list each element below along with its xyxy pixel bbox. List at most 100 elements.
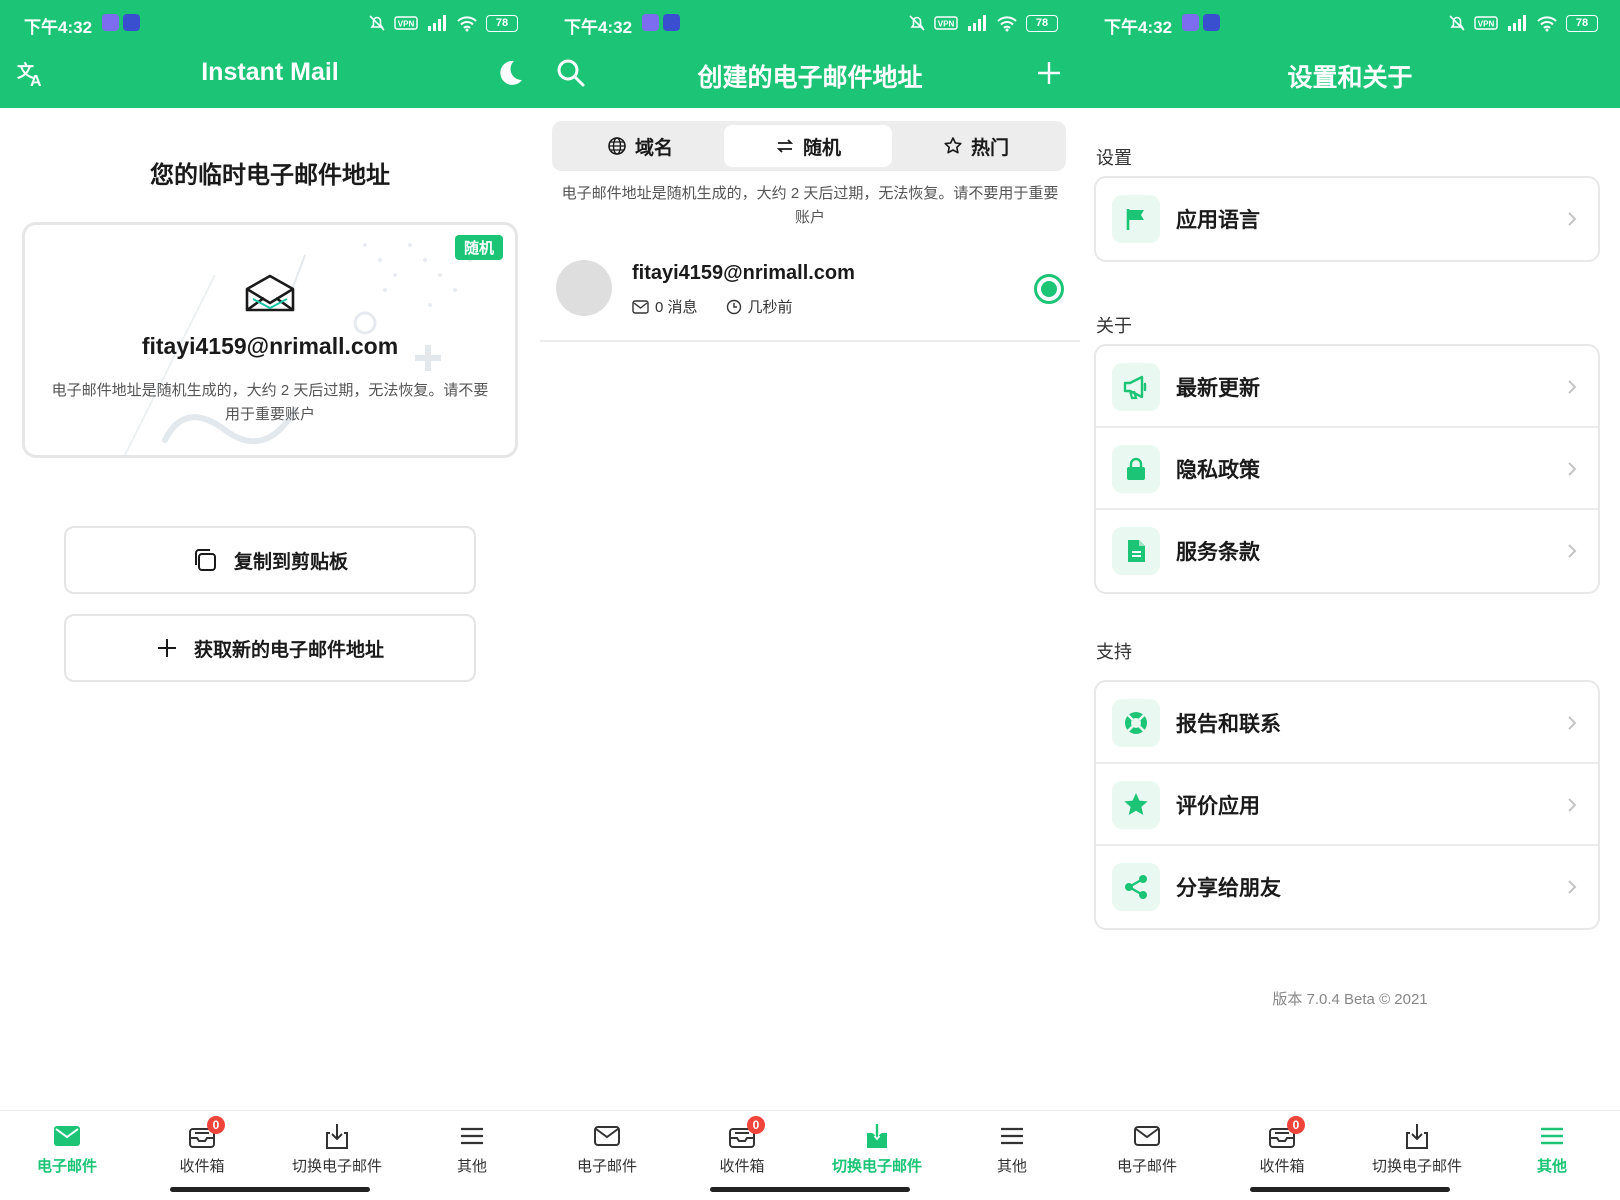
chevron-right-icon (1568, 380, 1577, 394)
settings-item-language[interactable]: 应用语言 (1096, 178, 1598, 260)
selected-radio[interactable] (1034, 274, 1064, 304)
message-count: 0 消息 (655, 299, 698, 316)
home-indicator (710, 1187, 910, 1192)
created-time: 几秒前 (747, 299, 793, 316)
inbox-badge: 0 (1287, 1116, 1305, 1134)
chevron-right-icon (1568, 544, 1577, 558)
mail-icon (594, 1126, 620, 1146)
status-right: VPN 78 (908, 14, 1058, 32)
svg-text:VPN: VPN (1478, 20, 1495, 29)
settings-item-updates[interactable]: 最新更新 (1096, 346, 1598, 428)
email-meta: 0 消息 几秒前 (632, 296, 793, 317)
new-email-button[interactable]: 获取新的电子邮件地址 (64, 614, 476, 682)
icon-tile (1112, 781, 1160, 829)
nav-item-switch-email[interactable]: 切换电子邮件 (272, 1121, 402, 1176)
nav-item-more[interactable]: 其他 (1487, 1121, 1617, 1176)
app-notification-icon (642, 14, 659, 31)
copy-button-label: 复制到剪贴板 (233, 551, 348, 573)
settings-item-privacy[interactable]: 隐私政策 (1096, 428, 1598, 510)
mail-icon (1134, 1126, 1160, 1146)
email-description: 电子邮件地址是随机生成的，大约 2 天后过期，无法恢复。请不要用于重要账户 (51, 382, 489, 423)
mute-bell-icon (369, 15, 385, 31)
chevron-right-icon (1568, 212, 1577, 226)
tab-label: 随机 (802, 137, 841, 159)
battery-icon: 78 (1026, 14, 1058, 32)
battery-level: 78 (495, 16, 509, 29)
app-notification-icon (1203, 14, 1220, 31)
settings-item-label: 报告和联系 (1176, 713, 1281, 736)
tab-random[interactable]: 随机 (724, 125, 892, 167)
icon-tile (1112, 863, 1160, 911)
nav-item-switch-email[interactable]: 切换电子邮件 (1352, 1121, 1482, 1176)
settings-item-label: 评价应用 (1176, 795, 1260, 818)
icon-tile (1112, 195, 1160, 243)
page-title: 设置和关于 (1287, 64, 1413, 92)
nav-item-email[interactable]: 电子邮件 (2, 1121, 132, 1176)
app-notification-icon (123, 14, 140, 31)
svg-text:VPN: VPN (398, 20, 415, 29)
title-row: 创建的电子邮件地址 (540, 46, 1080, 108)
envelope-open-icon (245, 274, 295, 312)
nav-item-more[interactable]: 其他 (947, 1121, 1077, 1176)
nav-item-inbox[interactable]: 0 收件箱 (137, 1116, 267, 1176)
tab-domain[interactable]: 域名 (556, 125, 724, 167)
email-address[interactable]: fitayi4159@nrimall.com (25, 333, 515, 360)
email-list-item[interactable]: fitayi4159@nrimall.com 0 消息 几秒前 (540, 244, 1080, 342)
lock-icon (1127, 457, 1145, 480)
nav-label: 切换电子邮件 (291, 1158, 382, 1175)
tab-popular[interactable]: 热门 (892, 125, 1060, 167)
star-icon (1124, 793, 1148, 815)
nav-item-switch-email[interactable]: 切换电子邮件 (812, 1121, 942, 1176)
flag-icon (1126, 209, 1144, 230)
section-label-settings: 设置 (1096, 148, 1132, 168)
add-icon[interactable] (1032, 56, 1066, 90)
settings-item-terms[interactable]: 服务条款 (1096, 510, 1598, 592)
settings-group: 应用语言 (1094, 176, 1600, 262)
settings-item-share[interactable]: 分享给朋友 (1096, 846, 1598, 928)
settings-item-rate[interactable]: 评价应用 (1096, 764, 1598, 846)
signal-icon (1508, 15, 1526, 31)
nav-item-email[interactable]: 电子邮件 (542, 1121, 672, 1176)
mail-icon (54, 1126, 80, 1146)
vpn-icon: VPN (1474, 16, 1498, 30)
icon-tile (1112, 527, 1160, 575)
nav-item-inbox[interactable]: 0 收件箱 (677, 1116, 807, 1176)
dark-mode-moon-icon[interactable] (492, 56, 526, 90)
screen-settings: 下午4:32 VPN 78 设置和关于 设置 应用语言 关于 最新更新 隐私政策… (1080, 0, 1620, 1200)
nav-label: 收件箱 (179, 1158, 225, 1175)
generation-mode-tabs: 域名 随机 热门 (552, 121, 1066, 171)
settings-item-label: 最新更新 (1176, 377, 1260, 400)
status-bar: 下午4:32 VPN 78 (1080, 0, 1620, 46)
title-row: 设置和关于 (1080, 46, 1620, 108)
nav-label: 收件箱 (1259, 1158, 1305, 1175)
menu-icon (461, 1127, 483, 1145)
settings-item-report[interactable]: 报告和联系 (1096, 682, 1598, 764)
nav-item-more[interactable]: 其他 (407, 1121, 537, 1176)
vpn-icon: VPN (394, 16, 418, 30)
app-notification-icon (102, 14, 119, 31)
download-icon (1406, 1124, 1428, 1149)
wifi-icon (457, 16, 477, 32)
screen-email: 下午4:32 VPN 78 文A Instant Mail 您的临时电子邮件地址 (0, 0, 540, 1200)
clock-icon (726, 299, 741, 314)
app-notification-icon (1182, 14, 1199, 31)
copy-to-clipboard-button[interactable]: 复制到剪贴板 (64, 526, 476, 594)
signal-icon (428, 15, 446, 31)
nav-item-email[interactable]: 电子邮件 (1082, 1121, 1212, 1176)
mute-bell-icon (909, 15, 925, 31)
nav-label: 其他 (1536, 1158, 1567, 1175)
nav-label: 其他 (456, 1158, 487, 1175)
status-bar: 下午4:32 VPN 78 (0, 0, 540, 46)
about-group: 最新更新 隐私政策 服务条款 (1094, 344, 1600, 594)
vpn-icon: VPN (934, 16, 958, 30)
nav-label: 收件箱 (719, 1158, 765, 1175)
nav-item-inbox[interactable]: 0 收件箱 (1217, 1116, 1347, 1176)
avatar (556, 260, 612, 316)
nav-label: 切换电子邮件 (1371, 1158, 1462, 1175)
chevron-right-icon (1568, 462, 1577, 476)
page-title: 创建的电子邮件地址 (697, 64, 923, 92)
menu-icon (1541, 1127, 1563, 1145)
mail-icon (632, 299, 649, 314)
app-bar: 下午4:32 VPN 78 文A Instant Mail (0, 0, 540, 108)
nav-label: 电子邮件 (576, 1158, 637, 1175)
